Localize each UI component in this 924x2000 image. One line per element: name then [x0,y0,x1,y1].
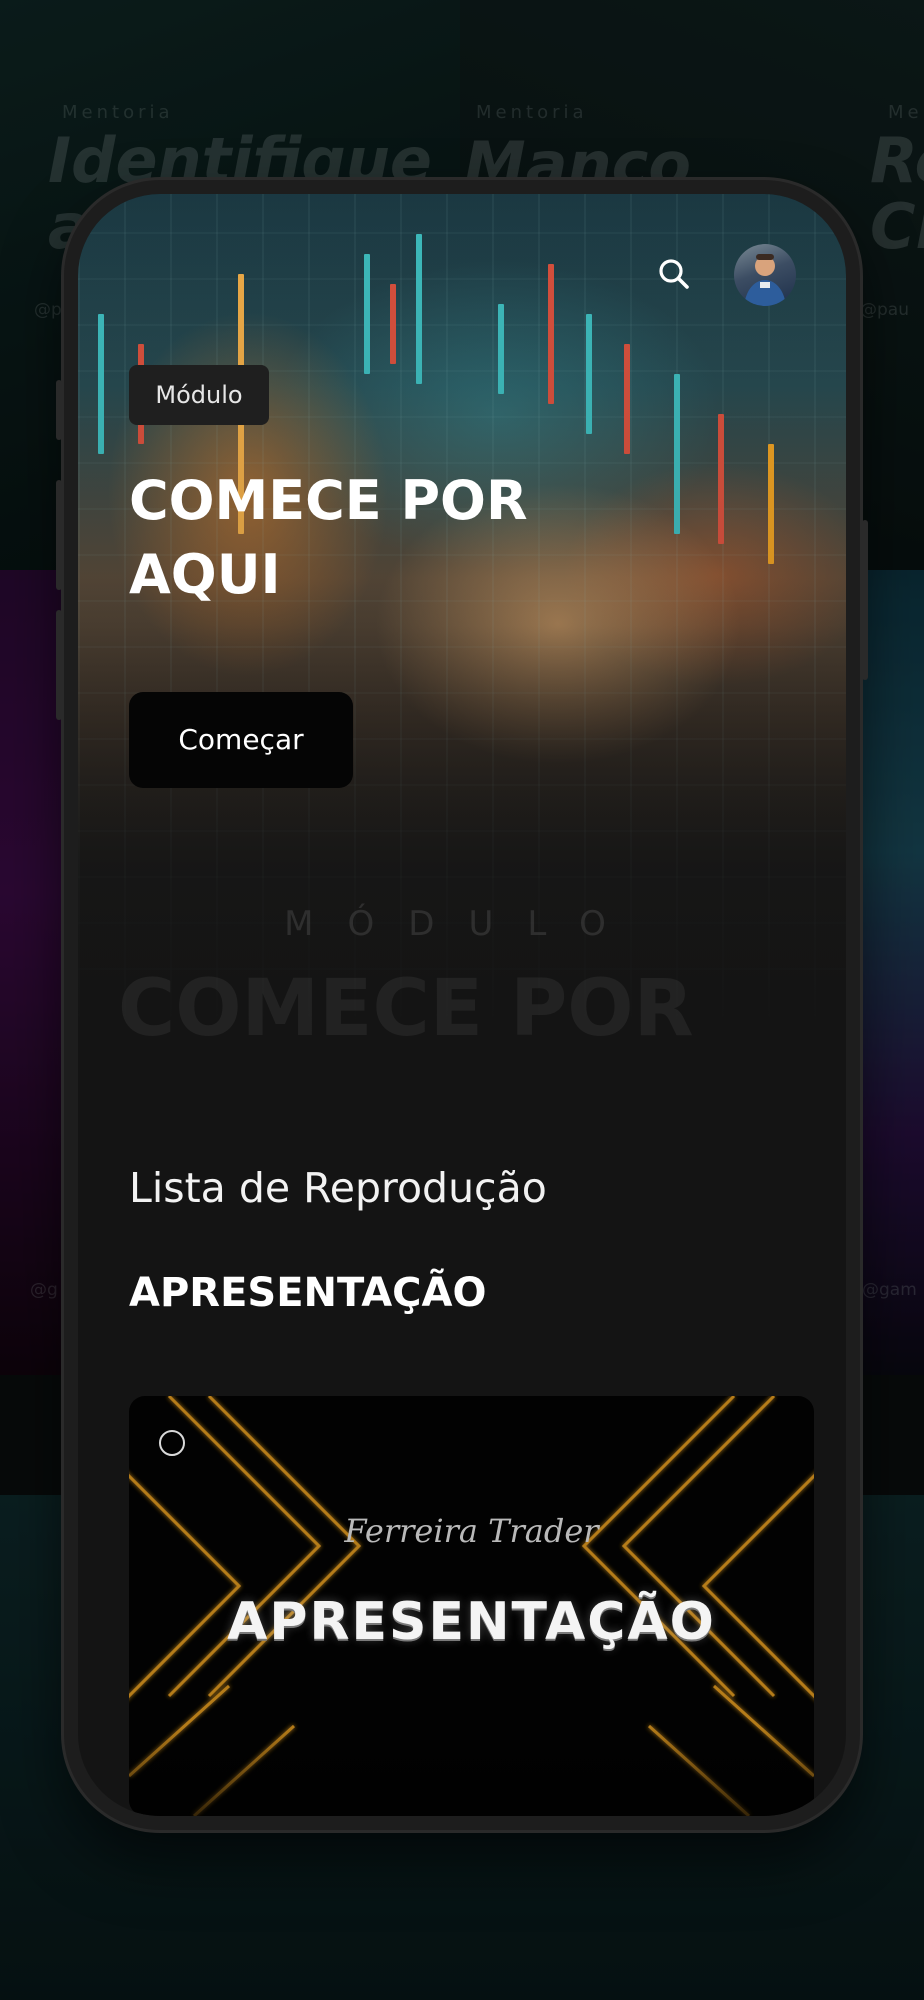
hero-ghost-tag: MÓDULO [284,904,640,944]
section-title: APRESENTAÇÃO [129,1270,487,1316]
hero-banner: MÓDULO COMECE POR Módulo COMECE POR AQUI… [78,194,846,1154]
hero-title: COMECE POR AQUI [129,469,528,606]
phone-silent-switch [56,380,62,440]
hero-ghost-title: COMECE POR [118,964,694,1054]
avatar[interactable] [734,244,796,306]
user-avatar-icon [744,254,786,306]
phone-frame: MÓDULO COMECE POR Módulo COMECE POR AQUI… [56,180,868,1830]
video-card[interactable]: Ferreira Trader APRESENTAÇÃO [129,1396,814,1816]
phone-volume-up [56,480,62,590]
start-button[interactable]: Começar [129,692,353,788]
module-tag: Módulo [129,365,269,425]
card-script-text: Ferreira Trader [344,1512,599,1550]
card-title: APRESENTAÇÃO [227,1592,716,1652]
watched-checkbox[interactable] [159,1430,185,1456]
phone-power-button [862,520,868,680]
search-icon [659,259,689,289]
app-screen: MÓDULO COMECE POR Módulo COMECE POR AQUI… [78,194,846,1816]
phone-volume-down [56,610,62,720]
search-button[interactable] [654,254,694,294]
playlist-heading: Lista de Reprodução [129,1164,547,1212]
